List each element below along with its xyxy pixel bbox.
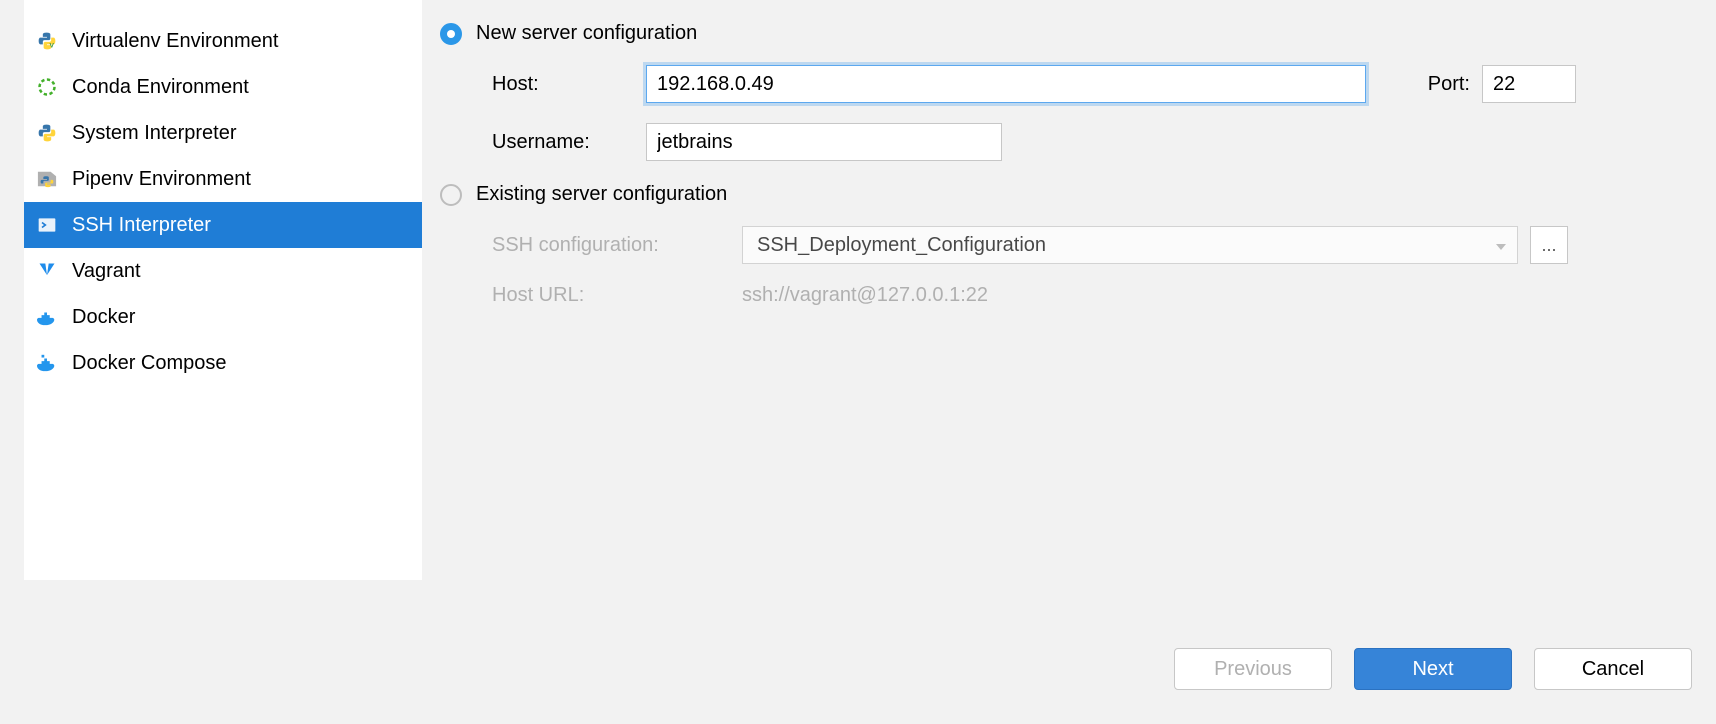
ssh-config-browse-button[interactable]: ... xyxy=(1530,226,1568,264)
main-panel: New server configuration Host: Port: Use… xyxy=(422,0,1716,724)
python-icon xyxy=(36,122,58,144)
radio-new-server[interactable] xyxy=(440,23,462,45)
conda-icon xyxy=(36,76,58,98)
pipenv-icon xyxy=(36,168,58,190)
radio-existing-server-row: Existing server configuration xyxy=(440,183,1692,206)
host-url-label: Host URL: xyxy=(492,284,742,307)
sidebar-item-ssh[interactable]: SSH Interpreter xyxy=(24,202,422,248)
sidebar-item-label: Docker xyxy=(72,306,135,329)
interpreter-type-sidebar: V Virtualenv Environment Conda Environme… xyxy=(24,0,422,580)
sidebar-item-docker[interactable]: Docker xyxy=(24,294,422,340)
sidebar-item-system[interactable]: System Interpreter xyxy=(24,110,422,156)
docker-icon xyxy=(36,306,58,328)
vagrant-icon xyxy=(36,260,58,282)
sidebar-item-label: Pipenv Environment xyxy=(72,168,251,191)
sidebar-item-label: Virtualenv Environment xyxy=(72,30,278,53)
radio-existing-server[interactable] xyxy=(440,184,462,206)
radio-new-server-row: New server configuration xyxy=(440,22,1692,45)
previous-button[interactable]: Previous xyxy=(1174,648,1332,690)
sidebar-item-docker-compose[interactable]: Docker Compose xyxy=(24,340,422,386)
ssh-config-select[interactable]: SSH_Deployment_Configuration xyxy=(742,226,1518,264)
port-input[interactable] xyxy=(1482,65,1576,103)
python-icon: V xyxy=(36,30,58,52)
host-label: Host: xyxy=(492,73,646,96)
sidebar-item-label: Vagrant xyxy=(72,260,141,283)
username-input[interactable] xyxy=(646,123,1002,161)
radio-new-server-label: New server configuration xyxy=(476,22,697,45)
sidebar-item-label: Conda Environment xyxy=(72,76,249,99)
sidebar-item-vagrant[interactable]: Vagrant xyxy=(24,248,422,294)
ssh-config-label: SSH configuration: xyxy=(492,234,742,257)
docker-compose-icon xyxy=(36,352,58,374)
username-label: Username: xyxy=(492,131,646,154)
terminal-icon xyxy=(36,214,58,236)
host-input[interactable] xyxy=(646,65,1366,103)
sidebar-item-pipenv[interactable]: Pipenv Environment xyxy=(24,156,422,202)
svg-text:V: V xyxy=(50,43,55,50)
sidebar-item-label: SSH Interpreter xyxy=(72,214,211,237)
sidebar-item-conda[interactable]: Conda Environment xyxy=(24,64,422,110)
sidebar-item-label: Docker Compose xyxy=(72,352,227,375)
next-button[interactable]: Next xyxy=(1354,648,1512,690)
radio-existing-server-label: Existing server configuration xyxy=(476,183,727,206)
sidebar-item-virtualenv[interactable]: V Virtualenv Environment xyxy=(24,18,422,64)
sidebar-item-label: System Interpreter xyxy=(72,122,237,145)
port-label: Port: xyxy=(1428,73,1470,96)
footer-buttons: Previous Next Cancel xyxy=(1174,648,1692,690)
cancel-button[interactable]: Cancel xyxy=(1534,648,1692,690)
host-url-value: ssh://vagrant@127.0.0.1:22 xyxy=(742,284,988,307)
